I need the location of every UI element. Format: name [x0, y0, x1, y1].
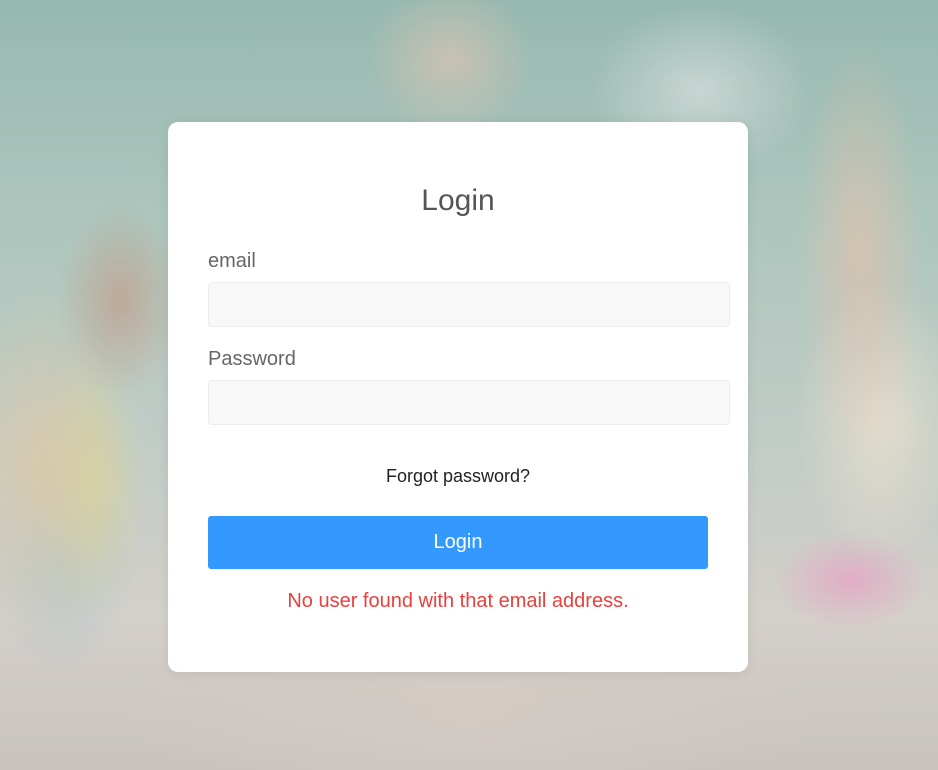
password-label: Password — [208, 348, 296, 370]
email-input[interactable] — [208, 282, 730, 327]
login-button[interactable]: Login — [208, 516, 708, 569]
email-label: email — [208, 250, 256, 272]
password-input[interactable] — [208, 380, 730, 425]
forgot-password-link[interactable]: Forgot password? — [168, 466, 748, 487]
login-card: Login email Password Forgot password? Lo… — [168, 122, 748, 672]
error-message: No user found with that email address. — [287, 590, 629, 612]
login-title: Login — [421, 184, 495, 217]
